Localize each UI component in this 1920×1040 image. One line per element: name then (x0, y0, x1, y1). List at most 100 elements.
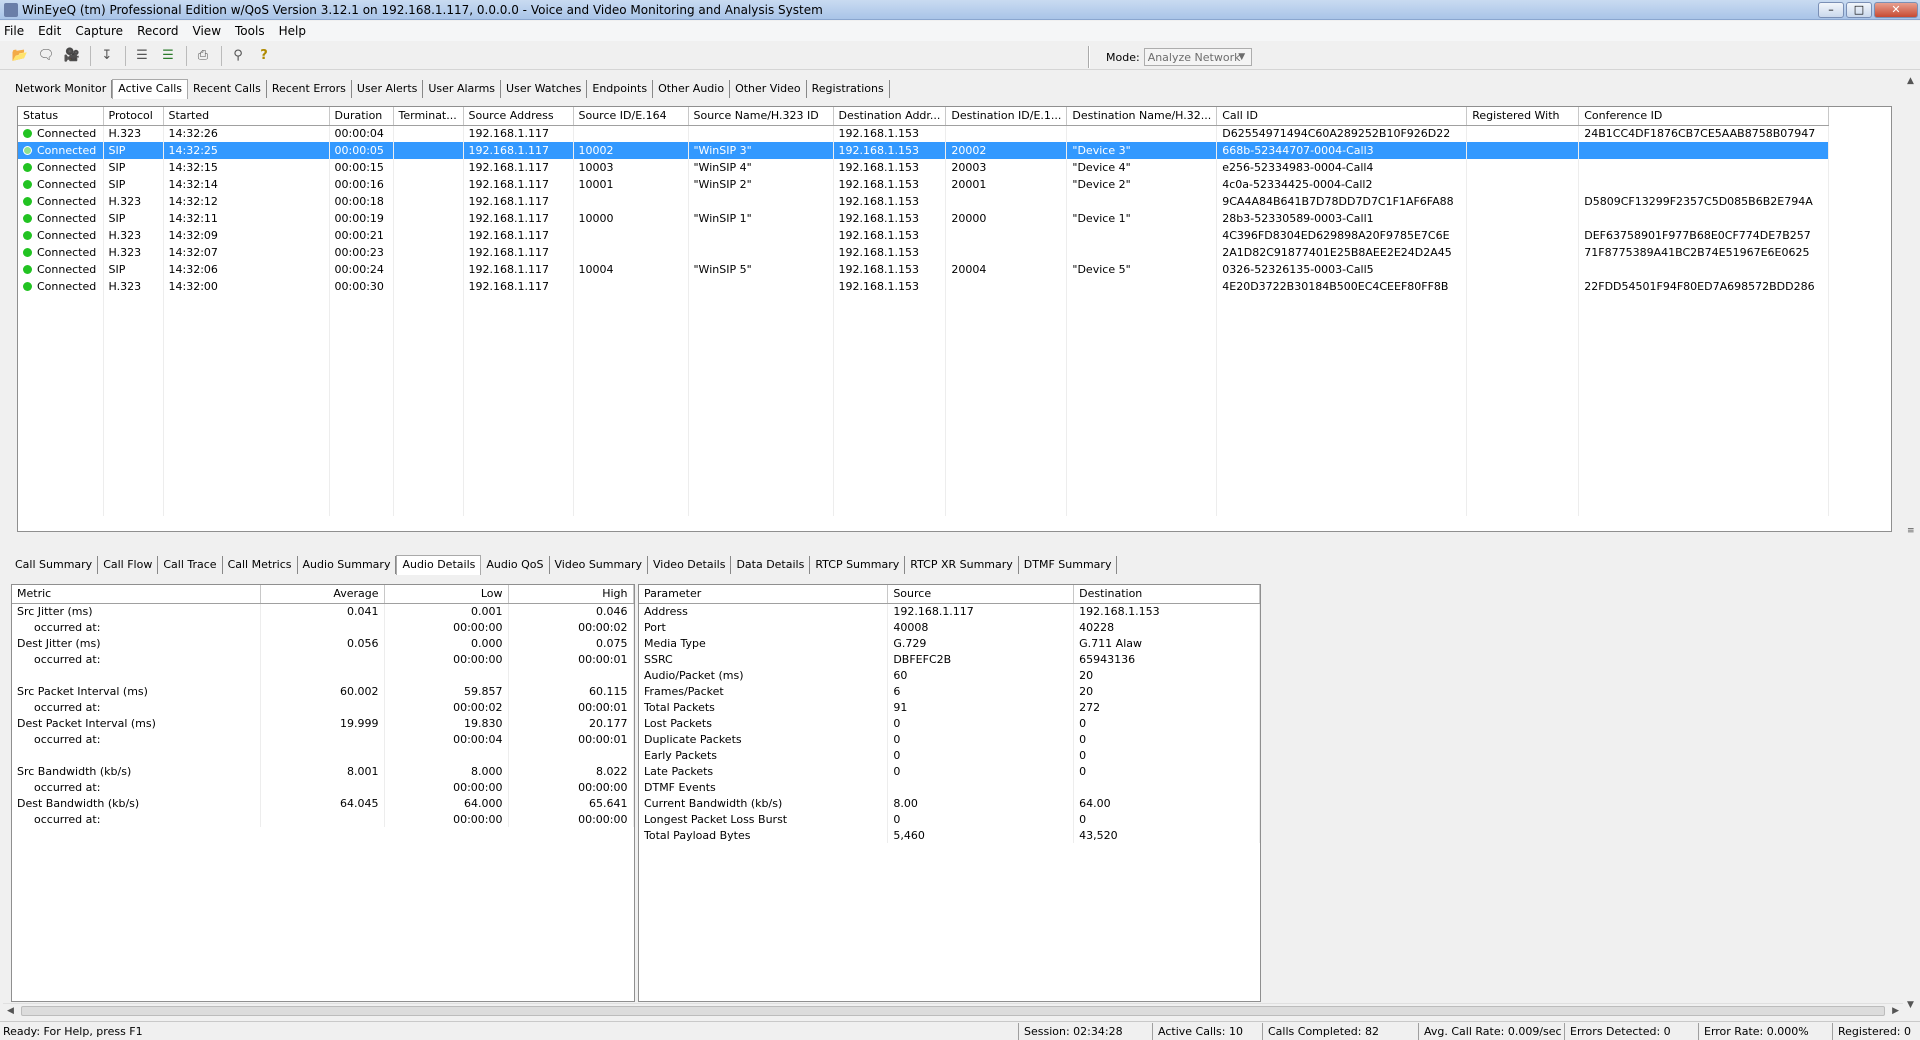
tab-other-audio[interactable]: Other Audio (653, 80, 731, 98)
table-row[interactable] (12, 747, 634, 763)
stack-color-icon[interactable]: ☰ (158, 46, 178, 66)
menu-help[interactable]: Help (279, 24, 306, 38)
table-row[interactable]: SSRC DBFEFC2B 65943136 (639, 651, 1260, 667)
table-row[interactable]: DTMF Events (639, 779, 1260, 795)
help-icon[interactable]: ? (254, 46, 274, 66)
table-row[interactable]: Connected H.323 14:32:12 00:00:18 192.168.1.… (18, 193, 1830, 210)
column-header[interactable]: Destination Name/H.32... (1066, 107, 1218, 126)
tab-data-details[interactable]: Data Details (731, 556, 811, 574)
open-icon[interactable]: 📂 (10, 46, 30, 66)
tab-call-flow[interactable]: Call Flow (98, 556, 159, 574)
table-row[interactable]: Longest Packet Loss Burst 0 0 (639, 811, 1260, 827)
table-row[interactable]: occurred at: 00:00:04 00:00:01 (12, 731, 634, 747)
tab-call-summary[interactable]: Call Summary (10, 556, 99, 574)
comment-icon[interactable]: 🗨 (36, 46, 56, 66)
menu-tools[interactable]: Tools (235, 24, 265, 38)
column-header[interactable]: High (508, 585, 634, 604)
tab-active-calls[interactable]: Active Calls (112, 79, 189, 99)
table-row[interactable]: Src Jitter (ms) 0.041 0.001 0.046 (12, 603, 634, 619)
tab-user-alarms[interactable]: User Alarms (423, 80, 502, 98)
table-row[interactable]: Connected SIP 14:32:06 00:00:24 192.168.1.11… (18, 261, 1830, 278)
column-header[interactable]: Parameter (639, 585, 889, 604)
scroll-up-icon[interactable]: ▲ (1907, 76, 1914, 86)
table-row[interactable]: Duplicate Packets 0 0 (639, 731, 1260, 747)
tab-recent-calls[interactable]: Recent Calls (188, 80, 267, 98)
column-header[interactable]: Source (887, 585, 1075, 604)
column-header[interactable]: Source Name/H.323 ID (688, 107, 834, 126)
table-row[interactable]: occurred at: 00:00:00 00:00:01 (12, 651, 634, 667)
column-header[interactable]: Average (260, 585, 385, 604)
mode-select[interactable]: Analyze Network ▼ (1143, 48, 1252, 66)
table-row[interactable]: Early Packets 0 0 (639, 747, 1260, 763)
table-row[interactable]: occurred at: 00:00:00 00:00:02 (12, 619, 634, 635)
tab-network-monitor[interactable]: Network Monitor (10, 80, 113, 98)
tab-audio-details[interactable]: Audio Details (396, 555, 482, 575)
tab-user-watches[interactable]: User Watches (501, 80, 588, 98)
table-row[interactable] (12, 667, 634, 683)
table-row[interactable]: Connected H.323 14:32:07 00:00:23 192.168.1.… (18, 244, 1830, 261)
column-header[interactable]: Source ID/E.164 (573, 107, 689, 126)
table-row[interactable]: Connected H.323 14:32:26 00:00:04 192.168.1.… (18, 125, 1830, 142)
search-icon[interactable]: ⚲ (228, 46, 248, 66)
table-row[interactable]: occurred at: 00:00:00 00:00:00 (12, 811, 634, 827)
horizontal-scrollbar[interactable]: ◀ ▶ (3, 1003, 1903, 1018)
column-header[interactable]: Status (18, 107, 104, 126)
column-header[interactable]: Destination ID/E.1... (945, 107, 1068, 126)
table-row[interactable]: Dest Bandwidth (kb/s) 64.045 64.000 65.641 (12, 795, 634, 811)
tab-user-alerts[interactable]: User Alerts (352, 80, 424, 98)
tab-registrations[interactable]: Registrations (807, 80, 890, 98)
camera-icon[interactable]: 🎥 (62, 46, 82, 66)
column-header[interactable]: Call ID (1216, 107, 1468, 126)
tab-dtmf-summary[interactable]: DTMF Summary (1019, 556, 1118, 574)
menu-edit[interactable]: Edit (38, 24, 61, 38)
column-header[interactable]: Conference ID (1578, 107, 1830, 126)
table-row[interactable]: Connected H.323 14:32:09 00:00:21 192.168.1.… (18, 227, 1830, 244)
table-row[interactable]: Lost Packets 0 0 (639, 715, 1260, 731)
column-header[interactable]: Destination Addr... (833, 107, 947, 126)
table-row[interactable]: Total Payload Bytes 5,460 43,520 (639, 827, 1260, 843)
table-row[interactable]: Dest Jitter (ms) 0.056 0.000 0.075 (12, 635, 634, 651)
tab-video-details[interactable]: Video Details (648, 556, 732, 574)
menu-capture[interactable]: Capture (75, 24, 123, 38)
table-row[interactable]: Current Bandwidth (kb/s) 8.00 64.00 (639, 795, 1260, 811)
table-row[interactable]: Media Type G.729 G.711 Alaw (639, 635, 1260, 651)
tab-call-trace[interactable]: Call Trace (158, 556, 223, 574)
printer-icon[interactable]: ⎙ (193, 46, 213, 66)
column-header[interactable]: Protocol (103, 107, 164, 126)
tab-video-summary[interactable]: Video Summary (550, 556, 648, 574)
scrollbar-thumb[interactable] (21, 1006, 1885, 1016)
tab-audio-summary[interactable]: Audio Summary (298, 556, 397, 574)
scroll-right-icon[interactable]: ▶ (1892, 1006, 1899, 1016)
table-row[interactable]: Dest Packet Interval (ms) 19.999 19.830 20.… (12, 715, 634, 731)
maximize-button[interactable]: □ (1846, 1, 1872, 18)
table-row[interactable]: occurred at: 00:00:02 00:00:01 (12, 699, 634, 715)
tab-audio-qos[interactable]: Audio QoS (481, 556, 550, 574)
menu-view[interactable]: View (193, 24, 221, 38)
scroll-down-icon[interactable]: ▼ (1907, 1000, 1914, 1010)
column-header[interactable]: Registered With (1466, 107, 1580, 126)
close-button[interactable]: ✕ (1874, 1, 1918, 18)
tab-call-metrics[interactable]: Call Metrics (223, 556, 298, 574)
table-row[interactable]: Port 40008 40228 (639, 619, 1260, 635)
table-row[interactable]: Src Packet Interval (ms) 60.002 59.857 60.1… (12, 683, 634, 699)
tab-endpoints[interactable]: Endpoints (587, 80, 654, 98)
column-header[interactable]: Source Address (463, 107, 574, 126)
table-row[interactable]: Src Bandwidth (kb/s) 8.001 8.000 8.022 (12, 763, 634, 779)
table-row[interactable]: Connected H.323 14:32:00 00:00:30 192.168.1.… (18, 278, 1830, 295)
tab-recent-errors[interactable]: Recent Errors (267, 80, 352, 98)
column-header[interactable]: Duration (329, 107, 394, 126)
table-row[interactable]: Total Packets 91 272 (639, 699, 1260, 715)
table-row[interactable]: Connected SIP 14:32:25 00:00:05 192.168.1.11… (18, 142, 1830, 159)
column-header[interactable]: Started (163, 107, 330, 126)
stack-icon[interactable]: ☰ (132, 46, 152, 66)
download-icon[interactable]: ↧ (97, 46, 117, 66)
scroll-left-icon[interactable]: ◀ (7, 1006, 14, 1016)
column-header[interactable]: Low (384, 585, 509, 604)
column-header[interactable]: Destination (1073, 585, 1260, 604)
minimize-button[interactable]: – (1818, 1, 1844, 18)
table-row[interactable]: Connected SIP 14:32:14 00:00:16 192.168.1.11… (18, 176, 1830, 193)
column-header[interactable]: Terminat... (393, 107, 464, 126)
table-row[interactable]: Connected SIP 14:32:11 00:00:19 192.168.1.11… (18, 210, 1830, 227)
menu-file[interactable]: File (4, 24, 24, 38)
column-header[interactable]: Metric (12, 585, 261, 604)
